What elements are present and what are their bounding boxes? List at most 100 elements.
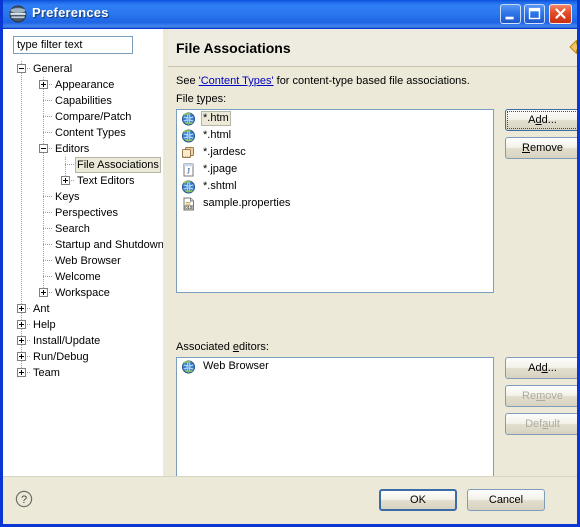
- tree-connector: [21, 285, 22, 301]
- tree-item-label: Run/Debug: [33, 351, 89, 363]
- tree-item-welcome[interactable]: Welcome: [3, 269, 163, 285]
- button-label: Add...: [528, 362, 557, 374]
- tree-connector: [43, 132, 52, 133]
- tree-connector: [43, 237, 44, 253]
- svg-text:010: 010: [185, 205, 193, 210]
- tree-item-label: Search: [55, 223, 90, 235]
- tree-item-perspectives[interactable]: Perspectives: [3, 205, 163, 221]
- tree-item-label: Capabilities: [55, 95, 112, 107]
- tree-expand-icon[interactable]: [39, 80, 48, 89]
- file-types-label: File types:: [176, 93, 226, 105]
- preference-page: File Associations See 'Content Types' fo…: [168, 29, 577, 494]
- tree-connector: [21, 205, 22, 221]
- tree-expand-icon[interactable]: [17, 352, 26, 361]
- tree-collapse-icon[interactable]: [17, 64, 26, 73]
- help-question-icon[interactable]: ?: [15, 490, 33, 508]
- page-header: File Associations: [168, 29, 577, 67]
- tree-item-capabilities[interactable]: Capabilities: [3, 93, 163, 109]
- tree-item-editors[interactable]: Editors: [3, 141, 163, 157]
- tree-expand-icon[interactable]: [39, 288, 48, 297]
- list-item[interactable]: J *.jpage: [177, 161, 493, 178]
- tree-connector: [43, 269, 44, 285]
- dialog-button-bar: ? OK Cancel: [3, 476, 577, 522]
- eclipse-sphere-icon: [9, 5, 27, 23]
- page-title: File Associations: [176, 40, 291, 56]
- tree-item-team[interactable]: Team: [3, 365, 163, 381]
- remove-file-type-button[interactable]: Remove: [505, 137, 577, 159]
- cancel-button[interactable]: Cancel: [467, 489, 545, 511]
- tree-expand-icon[interactable]: [17, 304, 26, 313]
- tree-connector: [43, 125, 44, 141]
- list-item-label: *.htm: [201, 111, 231, 126]
- title-bar[interactable]: Preferences: [3, 0, 577, 29]
- tree-connector: [43, 93, 44, 109]
- content-types-link[interactable]: 'Content Types': [199, 75, 274, 87]
- close-button[interactable]: [549, 4, 572, 24]
- tree-item-label: Appearance: [55, 79, 115, 91]
- tree-item-appearance[interactable]: Appearance: [3, 77, 163, 93]
- tree-connector: [43, 221, 44, 237]
- tree-item-help[interactable]: Help: [3, 317, 163, 333]
- file-types-list[interactable]: *.htm *.html *.jardesc J *.jpage *.shtml 010 sa…: [176, 109, 494, 293]
- tree-item-label: Welcome: [55, 271, 101, 283]
- tree-item-file-associations[interactable]: File Associations: [3, 157, 163, 173]
- list-item[interactable]: *.html: [177, 127, 493, 144]
- list-item[interactable]: Web Browser: [177, 358, 493, 375]
- tree-item-run-debug[interactable]: Run/Debug: [3, 349, 163, 365]
- tree-item-keys[interactable]: Keys: [3, 189, 163, 205]
- preferences-dialog: Preferences General Appearance Capabilitie…: [0, 0, 580, 527]
- tree-item-label: Install/Update: [33, 335, 101, 347]
- tree-item-label: Text Editors: [77, 175, 135, 187]
- list-item[interactable]: *.htm: [177, 110, 493, 127]
- tree-item-startup-and-shutdown[interactable]: Startup and Shutdown: [3, 237, 163, 253]
- list-item[interactable]: *.jardesc: [177, 144, 493, 161]
- tree-collapse-icon[interactable]: [39, 144, 48, 153]
- svg-text:?: ?: [21, 494, 27, 506]
- tree-connector: [21, 109, 22, 125]
- add-file-type-button[interactable]: Add...: [505, 109, 577, 131]
- tree-connector: [43, 276, 52, 277]
- back-arrow-icon[interactable]: [569, 39, 580, 55]
- button-label: Remove: [522, 390, 563, 402]
- button-label: Default: [525, 418, 560, 430]
- tree-connector: [21, 141, 22, 157]
- ok-button[interactable]: OK: [379, 489, 457, 511]
- tree-item-web-browser[interactable]: Web Browser: [3, 253, 163, 269]
- tree-expand-icon[interactable]: [17, 320, 26, 329]
- assoc-label-pre: Associated: [176, 341, 233, 353]
- dialog-body: General Appearance Capabilities Compare/Pat…: [3, 29, 577, 522]
- file-types-label-pre: File: [176, 93, 197, 105]
- tree-expand-icon[interactable]: [61, 176, 70, 185]
- filter-input[interactable]: [13, 36, 133, 54]
- maximize-button[interactable]: [524, 4, 545, 24]
- list-item[interactable]: 010 sample.properties: [177, 195, 493, 212]
- tree-expand-icon[interactable]: [17, 336, 26, 345]
- associated-editors-label: Associated editors:: [176, 341, 269, 353]
- tree-item-label: Ant: [33, 303, 50, 315]
- tree-connector: [43, 244, 52, 245]
- list-item-label: Web Browser: [203, 360, 269, 372]
- tree-item-workspace[interactable]: Workspace: [3, 285, 163, 301]
- add-editor-button[interactable]: Add...: [505, 357, 577, 379]
- tree-connector: [21, 269, 22, 285]
- minimize-button[interactable]: [500, 4, 521, 24]
- list-item-label: *.jpage: [203, 163, 238, 175]
- tree-item-text-editors[interactable]: Text Editors: [3, 173, 163, 189]
- list-item[interactable]: *.shtml: [177, 178, 493, 195]
- associated-editors-list[interactable]: Web Browser: [176, 357, 494, 490]
- tree-item-search[interactable]: Search: [3, 221, 163, 237]
- tree-connector: [43, 253, 44, 269]
- description-suffix: for content-type based file associations…: [273, 75, 470, 87]
- tree-item-general[interactable]: General: [3, 61, 163, 77]
- tree-item-compare-patch[interactable]: Compare/Patch: [3, 109, 163, 125]
- tree-item-content-types[interactable]: Content Types: [3, 125, 163, 141]
- web-globe-icon: [182, 180, 195, 194]
- tree-item-label: Web Browser: [55, 255, 121, 267]
- jar-archive-icon: [182, 147, 194, 158]
- file-types-label-post: ypes:: [199, 93, 227, 105]
- tree-expand-icon[interactable]: [17, 368, 26, 377]
- tree-item-install-update[interactable]: Install/Update: [3, 333, 163, 349]
- preferences-tree[interactable]: General Appearance Capabilities Compare/Pat…: [3, 61, 163, 476]
- tree-item-ant[interactable]: Ant: [3, 301, 163, 317]
- tree-item-label: Help: [33, 319, 56, 331]
